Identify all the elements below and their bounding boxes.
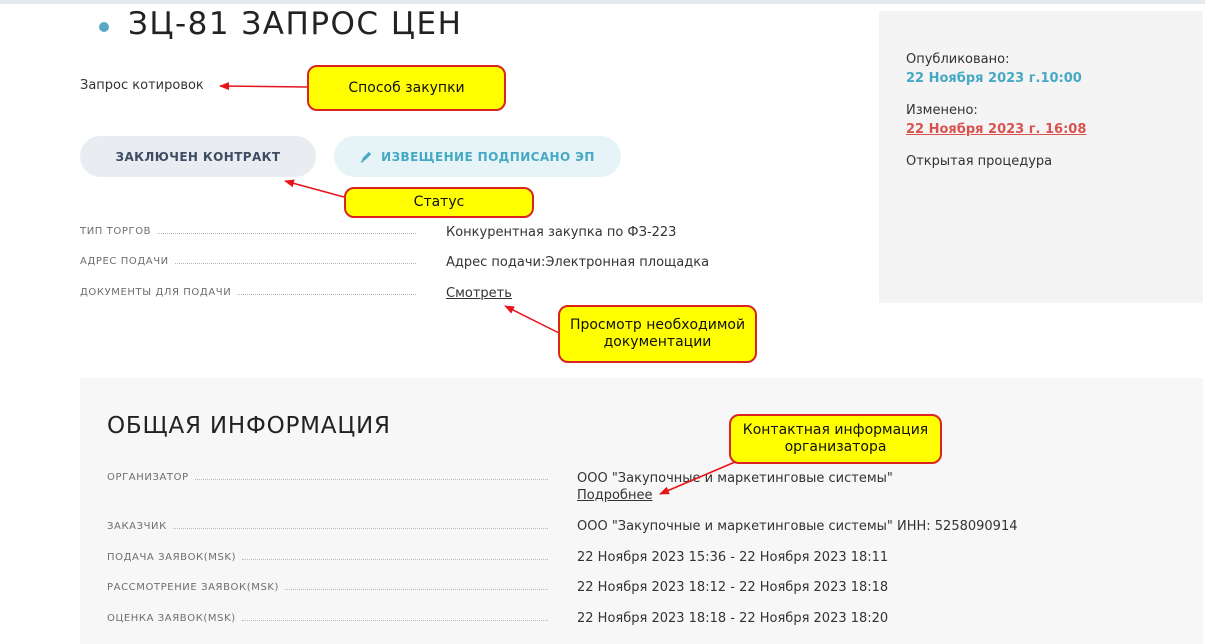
arrow-status (284, 179, 345, 198)
section-heading: ОБЩАЯ ИНФОРМАЦИЯ (107, 413, 391, 439)
status-dot-icon (99, 22, 109, 32)
info-label: ОРГАНИЗАТОР (107, 472, 189, 483)
info-label: ОЦЕНКА ЗАЯВОК(MSK) (107, 613, 236, 624)
callout-method: Способ закупки (307, 65, 506, 111)
customer-value: ООО "Закупочные и маркетинговые системы"… (577, 519, 1018, 534)
detail-label: АДРЕС ПОДАЧИ (80, 256, 169, 267)
detail-row-documents: ДОКУМЕНТЫ ДЛЯ ПОДАЧИ (80, 287, 420, 298)
detail-row-trade-type: ТИП ТОРГОВ (80, 226, 420, 237)
detail-row-address: АДРЕС ПОДАЧИ (80, 256, 420, 267)
evaluation-value: 22 Ноября 2023 18:18 - 22 Ноября 2023 18… (577, 611, 889, 626)
changed-date-link[interactable]: 22 Ноября 2023 г. 16:08 (906, 122, 1086, 137)
detail-label: ДОКУМЕНТЫ ДЛЯ ПОДАЧИ (80, 287, 232, 298)
callout-contact: Контактная информация организатора (729, 414, 942, 464)
detail-value: Адрес подачи:Электронная площадка (446, 255, 710, 270)
callout-status: Статус (344, 187, 534, 218)
view-documents-link[interactable]: Смотреть (446, 286, 512, 301)
info-label: ЗАКАЗЧИК (107, 521, 167, 532)
procurement-method: Запрос котировок (80, 78, 204, 93)
changed-label: Изменено: (906, 103, 978, 118)
signed-notice-label: ИЗВЕЩЕНИЕ ПОДПИСАНО ЭП (381, 149, 595, 164)
organizer-value: ООО "Закупочные и маркетинговые системы" (577, 471, 893, 486)
submission-value: 22 Ноября 2023 15:36 - 22 Ноября 2023 18… (577, 550, 889, 565)
info-row-evaluation: ОЦЕНКА ЗАЯВОК(MSK) (107, 613, 552, 624)
detail-label: ТИП ТОРГОВ (80, 226, 152, 237)
info-row-customer: ЗАКАЗЧИК (107, 521, 552, 532)
page-title: ЗЦ-81 ЗАПРОС ЦЕН (128, 6, 463, 42)
callout-docs: Просмотр необходимой документации (558, 305, 757, 363)
info-row-organizer: ОРГАНИЗАТОР (107, 472, 552, 483)
publication-info-panel: Опубликовано: 22 Ноября 2023 г.10:00 Изм… (879, 11, 1203, 303)
organizer-details-link[interactable]: Подробнее (577, 488, 652, 503)
procedure-type: Открытая процедура (906, 154, 1053, 169)
pen-icon (360, 151, 372, 163)
arrow-method (219, 82, 308, 91)
signed-notice-button[interactable]: ИЗВЕЩЕНИЕ ПОДПИСАНО ЭП (334, 136, 621, 177)
review-value: 22 Ноября 2023 18:12 - 22 Ноября 2023 18… (577, 580, 889, 595)
top-bar (0, 0, 1205, 4)
published-date: 22 Ноября 2023 г.10:00 (906, 71, 1082, 86)
info-row-submission: ПОДАЧА ЗАЯВОК(MSK) (107, 552, 552, 563)
general-info-section: ОБЩАЯ ИНФОРМАЦИЯ ОРГАНИЗАТОР ООО "Закупо… (80, 378, 1203, 644)
info-label: РАССМОТРЕНИЕ ЗАЯВОК(MSK) (107, 582, 280, 593)
info-row-review: РАССМОТРЕНИЕ ЗАЯВОК(MSK) (107, 582, 552, 593)
contract-status-button[interactable]: ЗАКЛЮЧЕН КОНТРАКТ (80, 136, 316, 177)
published-label: Опубликовано: (906, 52, 1010, 67)
arrow-docs (504, 305, 560, 334)
info-label: ПОДАЧА ЗАЯВОК(MSK) (107, 552, 237, 563)
detail-value: Конкурентная закупка по ФЗ-223 (446, 225, 677, 240)
